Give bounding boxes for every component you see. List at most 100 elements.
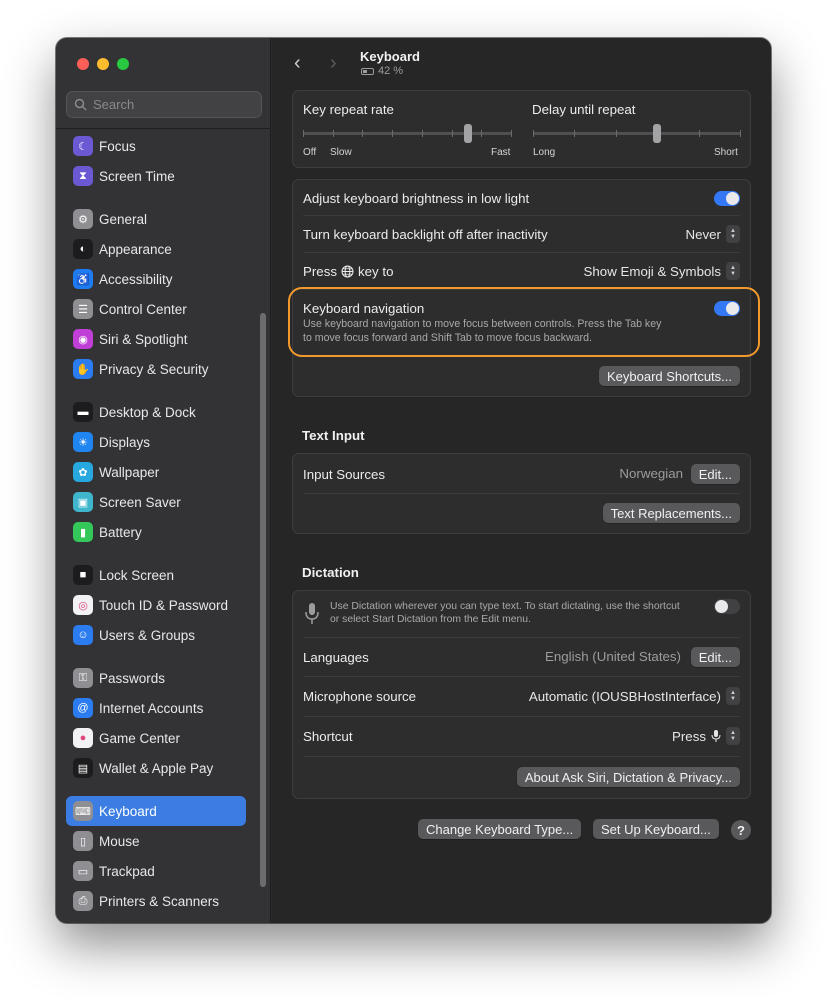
search-icon: [74, 98, 87, 111]
brightness-toggle[interactable]: [714, 190, 740, 206]
text-input-title: Text Input: [302, 428, 365, 443]
sidebar-item-displays[interactable]: ☀ Displays: [66, 427, 246, 457]
change-keyboard-type-button[interactable]: Change Keyboard Type...: [418, 819, 582, 839]
sidebar-item-label: General: [99, 211, 148, 227]
key-repeat-slider[interactable]: [303, 124, 512, 144]
about-siri-dictation-privacy-button[interactable]: About Ask Siri, Dictation & Privacy...: [516, 767, 740, 787]
sidebar-scrollbar[interactable]: [260, 313, 266, 887]
delay-slider[interactable]: [533, 124, 741, 144]
backlight-label: Turn keyboard backlight off after inacti…: [303, 226, 548, 242]
sidebar-item-control-center[interactable]: ☰ Control Center: [66, 294, 246, 324]
sidebar-item-printers-scanners[interactable]: ⎙ Printers & Scanners: [66, 886, 246, 916]
updown-chevron-icon: ▲ ▼: [726, 225, 740, 243]
slider-track: [533, 132, 741, 135]
sidebar-item-label: Siri & Spotlight: [99, 331, 188, 347]
zoom-button[interactable]: [117, 58, 129, 70]
globe-key-popup[interactable]: Show Emoji & Symbols ▲ ▼: [584, 262, 740, 280]
input-sources-edit-button[interactable]: Edit...: [690, 464, 740, 484]
slider-off-label: Off: [303, 147, 317, 158]
sidebar-item-label: Screen Time: [99, 168, 175, 184]
microphone-source-row: Microphone source Automatic (IOUSBHostIn…: [303, 686, 740, 706]
backlight-popup[interactable]: Never ▲ ▼: [686, 225, 740, 243]
sidebar-item-accessibility[interactable]: ♿ Accessibility: [66, 264, 246, 294]
key-icon: ⚿: [73, 668, 93, 688]
search-field[interactable]: Search: [66, 91, 262, 118]
forward-chevron-icon[interactable]: ›: [330, 52, 337, 75]
dictation-desc-line-2: or select Start Dictation from the Edit …: [330, 614, 531, 625]
sidebar-item-label: Screen Saver: [99, 494, 181, 510]
slider-knob[interactable]: [464, 124, 472, 143]
row-divider: [303, 716, 740, 717]
microphone-icon: [305, 603, 319, 624]
sidebar-item-label: Focus: [99, 138, 136, 154]
slider-tick: [740, 130, 741, 137]
sidebar-item-label: Lock Screen: [99, 567, 175, 583]
backlight-row: Turn keyboard backlight off after inacti…: [303, 225, 740, 243]
sidebar-item-users-groups[interactable]: ☺ Users & Groups: [66, 620, 246, 650]
slider-knob[interactable]: [653, 124, 661, 143]
sidebar-item-screen-time[interactable]: ⧗ Screen Time: [66, 161, 246, 191]
shortcut-popup[interactable]: Press ▲ ▼: [672, 727, 740, 745]
sidebar-item-mouse[interactable]: ▯ Mouse: [66, 826, 246, 856]
sidebar-item-privacy-security[interactable]: ✋ Privacy & Security: [66, 354, 246, 384]
slider-fast-label: Fast: [491, 147, 511, 158]
row-divider: [303, 252, 740, 253]
sidebar-item-passwords[interactable]: ⚿ Passwords: [66, 663, 246, 693]
wallet-icon: ▤: [73, 758, 93, 778]
sidebar-item-keyboard[interactable]: ⌨ Keyboard: [66, 796, 246, 826]
battery-percent: 42 %: [378, 65, 404, 77]
sidebar-item-label: Touch ID & Password: [99, 597, 229, 613]
slider-tick: [362, 130, 363, 137]
keyboard-shortcuts-button[interactable]: Keyboard Shortcuts...: [598, 366, 740, 386]
sidebar-item-label: Mouse: [99, 833, 140, 849]
sidebar-item-battery[interactable]: ▮ Battery: [66, 517, 246, 547]
sidebar-item-lock-screen[interactable]: ■ Lock Screen: [66, 560, 246, 590]
key-repeat-label: Key repeat rate: [303, 102, 394, 117]
sidebar-item-label: Game Center: [99, 730, 181, 746]
sidebar-item-wallet-apple-pay[interactable]: ▤ Wallet & Apple Pay: [66, 753, 246, 783]
press-prefix: Press: [303, 263, 337, 279]
sidebar-item-siri-spotlight[interactable]: ◉ Siri & Spotlight: [66, 324, 246, 354]
set-up-keyboard-button[interactable]: Set Up Keyboard...: [593, 819, 719, 839]
updown-chevron-icon: ▲ ▼: [726, 727, 740, 745]
sidebar-item-label: Keyboard: [99, 803, 157, 819]
battery-icon: ▮: [73, 522, 93, 542]
back-chevron-icon[interactable]: ‹: [294, 52, 301, 75]
sidebar-item-appearance[interactable]: ◐ Appearance: [66, 234, 246, 264]
sidebar-item-focus[interactable]: ☾ Focus: [66, 131, 246, 161]
slider-tick: [422, 130, 423, 137]
sidebar-item-internet-accounts[interactable]: @ Internet Accounts: [66, 693, 246, 723]
shortcut-label: Shortcut: [303, 728, 353, 744]
battery-status: 42 %: [361, 65, 403, 77]
sidebar-item-game-center[interactable]: ● Game Center: [66, 723, 246, 753]
mouse-icon: ▯: [73, 831, 93, 851]
slider-tick: [511, 130, 512, 137]
row-divider: [303, 637, 740, 638]
slider-long-label: Long: [533, 147, 556, 158]
sidebar-item-screen-saver[interactable]: ▣ Screen Saver: [66, 487, 246, 517]
row-divider: [303, 676, 740, 677]
sidebar-item-touch-id-password[interactable]: ◎ Touch ID & Password: [66, 590, 246, 620]
dictation-desc-line-1: Use Dictation wherever you can type text…: [330, 601, 680, 612]
appearance-icon: ◐: [73, 239, 93, 259]
screensaver-icon: ▣: [73, 492, 93, 512]
slider-tick: [699, 130, 700, 137]
text-replacements-button[interactable]: Text Replacements...: [602, 503, 740, 523]
backlight-value: Never: [685, 226, 721, 242]
sidebar-item-desktop-dock[interactable]: ▬ Desktop & Dock: [66, 397, 246, 427]
languages-edit-button[interactable]: Edit...: [690, 647, 740, 667]
microphone-source-popup[interactable]: Automatic (IOUSBHostInterface) ▲ ▼: [529, 687, 740, 705]
dictation-toggle[interactable]: [714, 599, 740, 614]
sidebar-item-trackpad[interactable]: ▭ Trackpad: [66, 856, 246, 886]
page-title: Keyboard: [360, 49, 420, 64]
sidebar-item-wallpaper[interactable]: ✿ Wallpaper: [66, 457, 246, 487]
keyboard-icon: ⌨: [73, 801, 93, 821]
input-sources-label: Input Sources: [303, 466, 386, 482]
globe-icon: [341, 265, 354, 277]
sidebar-item-general[interactable]: ⚙ General: [66, 204, 246, 234]
minimize-button[interactable]: [97, 58, 109, 70]
sidebar-item-label: Wallet & Apple Pay: [99, 760, 214, 776]
help-button[interactable]: ?: [731, 820, 751, 840]
close-button[interactable]: [77, 58, 89, 70]
row-divider: [303, 215, 740, 216]
